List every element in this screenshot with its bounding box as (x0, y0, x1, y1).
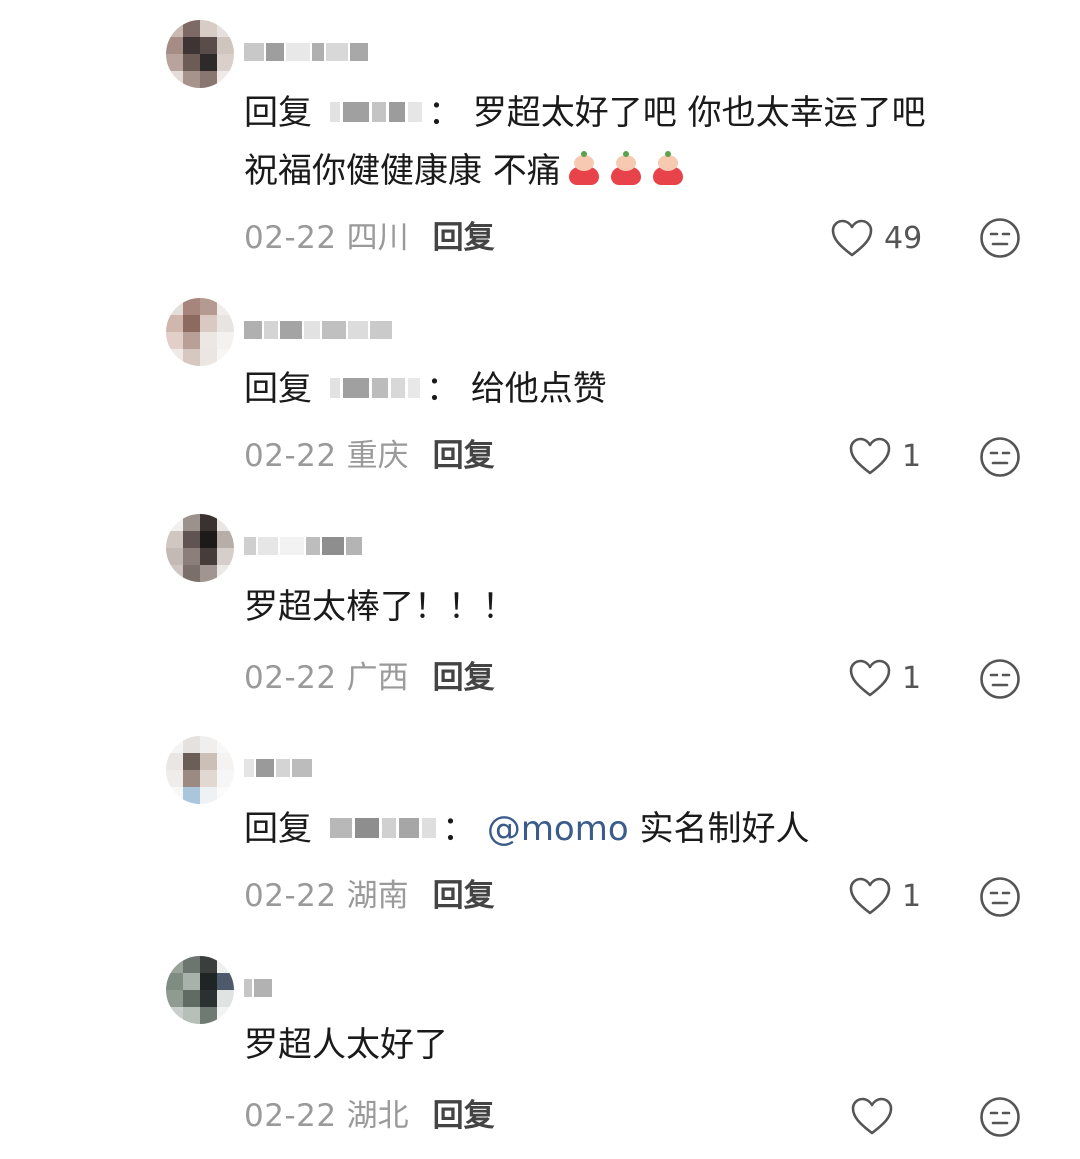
red-doll-emoji-icon (649, 150, 687, 187)
reply-button[interactable]: 回复 (433, 1098, 495, 1134)
comment-date: 02-22 (244, 660, 337, 696)
comment-date: 02-22 (244, 1098, 337, 1134)
heart-outline-icon (831, 219, 873, 257)
username-blurred[interactable] (244, 750, 312, 786)
heart-outline-icon (849, 877, 891, 915)
comment-location: 广西 (346, 660, 409, 696)
comment-text-line1: 罗超人太好了 (244, 1025, 448, 1065)
colon: ： (442, 809, 476, 849)
like-button[interactable] (850, 1092, 950, 1140)
like-button[interactable]: 1 (848, 654, 948, 702)
like-button[interactable]: 1 (848, 432, 948, 480)
reply-button[interactable]: 回复 (433, 438, 495, 474)
reply-button[interactable]: 回复 (433, 220, 495, 256)
meh-face-icon[interactable] (979, 436, 1021, 478)
avatar[interactable] (166, 20, 234, 88)
comment-text: 回复 ： 罗超太好了吧 你也太幸运了吧 祝福你健健康康 不痛 (244, 84, 1044, 200)
comment-text: 罗超太棒了！！！ (244, 578, 1044, 636)
like-count: 1 (902, 438, 922, 474)
meh-face-icon[interactable] (979, 876, 1021, 918)
reply-prefix: 回复 (244, 93, 312, 133)
comment-text-line1: 给他点赞 (470, 369, 607, 409)
like-count: 1 (902, 878, 922, 914)
emoji-group (565, 150, 687, 187)
avatar[interactable] (166, 736, 234, 804)
avatar[interactable] (166, 956, 234, 1024)
comment-text: 罗超人太好了 (244, 1016, 1044, 1074)
reply-button[interactable]: 回复 (433, 660, 495, 696)
comment-text-line2: 祝福你健健康康 不痛 (244, 151, 561, 191)
heart-outline-icon (851, 1097, 893, 1135)
comment-date: 02-22 (244, 220, 337, 256)
like-button[interactable]: 1 (848, 872, 948, 920)
username-blurred[interactable] (244, 34, 368, 70)
mention-link[interactable]: @momo (487, 809, 629, 849)
comment-location: 湖北 (346, 1098, 409, 1134)
avatar[interactable] (166, 298, 234, 366)
comment-text-line1: 实名制好人 (639, 809, 810, 849)
reply-target-blurred[interactable] (330, 813, 436, 843)
username-blurred[interactable] (244, 970, 272, 1006)
comment-text: 回复 ： @momo 实名制好人 (244, 800, 1044, 858)
username-blurred[interactable] (244, 528, 362, 564)
like-count: 1 (902, 660, 922, 696)
colon: ： (426, 369, 460, 409)
comment-date: 02-22 (244, 878, 337, 914)
comment-location: 重庆 (346, 438, 409, 474)
comment-location: 四川 (346, 220, 409, 256)
heart-outline-icon (849, 437, 891, 475)
comment-text-line1: 罗超太好了吧 你也太幸运了吧 (472, 93, 926, 133)
reply-prefix: 回复 (244, 369, 312, 409)
colon: ： (428, 93, 462, 133)
comment-location: 湖南 (346, 878, 409, 914)
reply-prefix: 回复 (244, 809, 312, 849)
reply-target-blurred[interactable] (330, 97, 422, 127)
reply-button[interactable]: 回复 (433, 878, 495, 914)
comment-date: 02-22 (244, 438, 337, 474)
meh-face-icon[interactable] (979, 658, 1021, 700)
like-button[interactable]: 49 (830, 214, 930, 262)
username-blurred[interactable] (244, 312, 392, 348)
meh-face-icon[interactable] (979, 217, 1021, 259)
red-doll-emoji-icon (565, 150, 603, 187)
avatar[interactable] (166, 514, 234, 582)
comment-text: 回复 ： 给他点赞 (244, 360, 1044, 418)
comment-text-line1: 罗超太棒了！！！ (244, 587, 516, 627)
heart-outline-icon (849, 659, 891, 697)
red-doll-emoji-icon (607, 150, 645, 187)
reply-target-blurred[interactable] (330, 373, 420, 403)
like-count: 49 (884, 220, 923, 256)
meh-face-icon[interactable] (979, 1096, 1021, 1138)
